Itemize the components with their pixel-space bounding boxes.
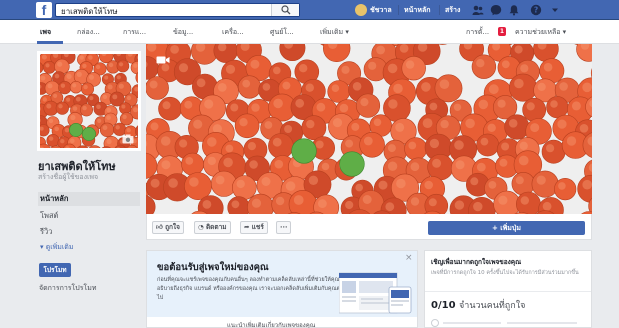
search-button[interactable] — [271, 4, 299, 16]
like-button[interactable]: 👍︎ ถูกใจ — [152, 221, 184, 234]
account-menu-arrow-icon[interactable] — [549, 4, 561, 16]
share-label: แชร์ — [251, 223, 264, 231]
welcome-title: ขอต้อนรับสู่เพจใหม่ของคุณ — [157, 262, 269, 273]
likes-count-label: จำนวนคนที่ถูกใจ — [459, 301, 526, 311]
page-preview-illustration — [339, 272, 412, 314]
create-username-link[interactable]: สร้างชื่อผู้ใช้ของเพจ — [38, 172, 98, 183]
active-tab-indicator — [37, 41, 63, 44]
promote-button[interactable]: โปรโมท — [39, 263, 71, 277]
sidebar-item-reviews[interactable]: รีวิว — [38, 225, 140, 239]
home-link[interactable]: หน้าหลัก — [404, 0, 430, 20]
friend-requests-icon[interactable] — [472, 4, 484, 16]
page-navigation-bar: เพจ กล่อง... การแ... ข้อมู... เครื่อ... … — [0, 20, 619, 44]
sidebar-item-home[interactable]: หน้าหลัก — [38, 192, 140, 206]
follow-label: ติดตาม — [205, 223, 227, 231]
invite-title: เชิญเพื่อนมากดถูกใจเพจของคุณ — [431, 258, 522, 266]
profile-picture[interactable] — [37, 51, 141, 151]
help-question-icon[interactable]: ? — [530, 4, 542, 16]
tab-ad-center[interactable]: ศูนย์โ... — [270, 20, 294, 44]
search-bar[interactable]: ยาเสพติดให้โทษ — [55, 3, 300, 17]
search-input[interactable]: ยาเสพติดให้โทษ — [61, 5, 117, 18]
sidebar-see-more[interactable]: ▾ ดูเพิ่มเติม — [38, 240, 140, 254]
tab-insights[interactable]: ข้อมู... — [173, 20, 193, 44]
tab-more[interactable]: เพิ่มเติม ▾ — [320, 20, 349, 44]
share-button[interactable]: ➦ แชร์ — [240, 221, 268, 234]
likes-count-value: 0/10 — [431, 300, 456, 311]
like-label: ถูกใจ — [165, 223, 180, 231]
friend-invite-row[interactable] — [431, 319, 585, 327]
video-camera-icon[interactable] — [156, 55, 170, 65]
tab-notifications[interactable]: การแ... — [123, 20, 146, 44]
follow-button[interactable]: ◔ ติดตาม — [194, 221, 231, 234]
divider — [439, 5, 440, 15]
notifications-bell-icon[interactable] — [508, 4, 520, 16]
tab-publishing-tools[interactable]: เครื่อ... — [222, 20, 244, 44]
manage-promotions-link[interactable]: จัดการการโปรโมท — [39, 283, 96, 294]
facebook-logo-icon[interactable]: f — [36, 2, 52, 18]
share-arrow-icon: ➦ — [244, 223, 250, 231]
sidebar-item-posts[interactable]: โพสต์ — [38, 209, 140, 223]
more-options-button[interactable]: ··· — [276, 221, 292, 234]
svg-text:?: ? — [534, 6, 538, 15]
rss-follow-icon: ◔ — [198, 223, 204, 231]
divider — [425, 291, 591, 292]
cover-photo[interactable] — [146, 44, 592, 214]
create-link[interactable]: สร้าง — [445, 0, 460, 20]
settings-notification-badge: 1 — [498, 27, 506, 36]
welcome-more-link[interactable]: แนะนำเพิ่มเติมเกี่ยวกับเพจของคุณ — [227, 320, 315, 328]
user-name-link[interactable]: ชัชวาล — [370, 0, 392, 20]
invite-subtitle: เพจที่มีการกดถูกใจ 10 ครั้งขึ้นไปจะได้รั… — [431, 270, 579, 276]
cover-photo-pills-image — [146, 44, 592, 214]
invite-friends-card: เชิญเพื่อนมากดถูกใจเพจของคุณ เพจที่มีการ… — [424, 250, 592, 328]
welcome-body: ก่อนที่คุณจะแชร์เพจของคุณกับคนอื่นๆ ลองท… — [157, 277, 344, 301]
user-avatar[interactable] — [355, 4, 367, 16]
search-icon — [281, 5, 291, 15]
tab-inbox[interactable]: กล่อง... — [77, 20, 100, 44]
divider — [398, 5, 399, 15]
help-menu[interactable]: ความช่วยเหลือ ▾ — [515, 20, 566, 44]
likes-progress-count: 0/10 จำนวนคนที่ถูกใจ — [431, 298, 525, 312]
messenger-icon[interactable] — [490, 4, 502, 16]
add-button[interactable]: + เพิ่มปุ่ม — [428, 221, 585, 235]
tab-settings[interactable]: การตั้... — [466, 20, 489, 44]
close-icon[interactable]: × — [405, 253, 413, 263]
thumbs-up-icon: 👍︎ — [156, 223, 163, 231]
camera-icon[interactable] — [122, 134, 134, 144]
welcome-banner: ขอต้อนรับสู่เพจใหม่ของคุณ ก่อนที่คุณจะแช… — [147, 251, 417, 317]
welcome-card: ขอต้อนรับสู่เพจใหม่ของคุณ ก่อนที่คุณจะแช… — [146, 250, 418, 328]
top-navigation-bar: f ยาเสพติดให้โทษ ชัชวาล หน้าหลัก สร้าง ? — [0, 0, 619, 20]
